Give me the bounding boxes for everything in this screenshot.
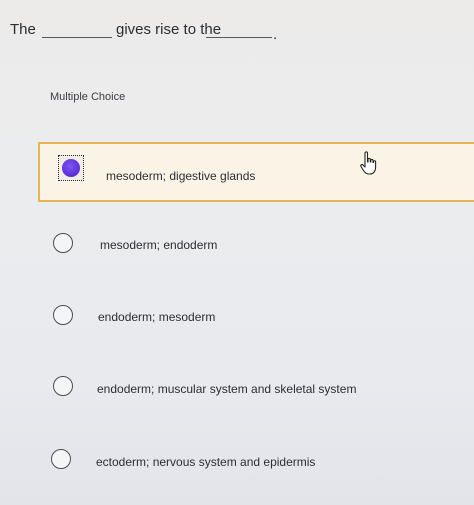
answer-option-label: endoderm; muscular system and skeletal s… bbox=[97, 382, 357, 396]
question-word-the: The bbox=[10, 21, 36, 38]
radio-button-selected[interactable] bbox=[58, 155, 84, 181]
answer-blank-1 bbox=[42, 37, 112, 38]
answer-option-1[interactable]: mesoderm; digestive glands bbox=[38, 142, 474, 202]
radio-button[interactable] bbox=[51, 449, 71, 469]
answer-option-label: mesoderm; endoderm bbox=[100, 238, 218, 252]
answer-option-label: endoderm; mesoderm bbox=[98, 310, 216, 324]
answer-option-label: ectoderm; nervous system and epidermis bbox=[96, 455, 316, 469]
radio-button[interactable] bbox=[53, 305, 73, 325]
question-period: . bbox=[273, 26, 278, 43]
question-word-gives-rise: gives rise to the bbox=[116, 21, 222, 38]
radio-button[interactable] bbox=[53, 376, 73, 396]
answer-option-5[interactable]: ectoderm; nervous system and epidermis bbox=[0, 430, 474, 490]
radio-dot-icon bbox=[62, 159, 80, 177]
radio-button[interactable] bbox=[53, 233, 73, 253]
hand-pointer-cursor-icon bbox=[360, 151, 377, 175]
answer-blank-2 bbox=[206, 37, 272, 38]
answer-option-2[interactable]: mesoderm; endoderm bbox=[0, 213, 474, 273]
answer-option-4[interactable]: endoderm; muscular system and skeletal s… bbox=[0, 357, 474, 417]
question-prompt: The gives rise to the . bbox=[0, 13, 474, 43]
answer-option-3[interactable]: endoderm; mesoderm bbox=[0, 285, 474, 345]
question-type-label: Multiple Choice bbox=[50, 91, 126, 103]
answer-option-label: mesoderm; digestive glands bbox=[106, 169, 256, 183]
